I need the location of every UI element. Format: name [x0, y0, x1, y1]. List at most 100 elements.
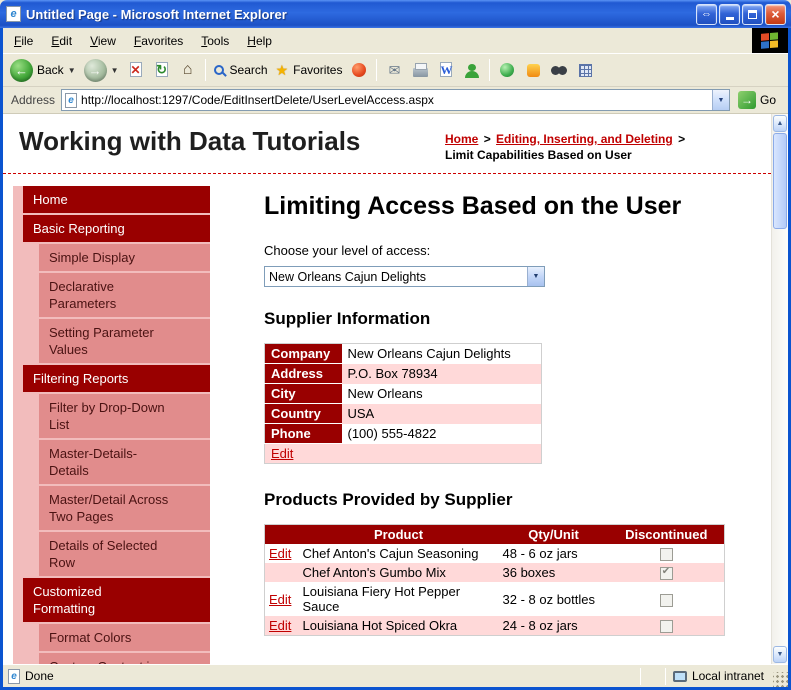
discontinued-checkbox[interactable]	[659, 548, 673, 562]
grid-icon	[578, 63, 592, 77]
sidebar-item-simple-display[interactable]: Simple Display	[39, 244, 210, 271]
forward-dropdown-arrow[interactable]: ▼	[111, 66, 119, 75]
favorites-star-icon: ★	[275, 61, 289, 78]
breadcrumb-link-home[interactable]: Home	[445, 132, 478, 146]
breadcrumb-current: Limit Capabilities Based on User	[445, 148, 632, 162]
address-url[interactable]: http://localhost:1297/Code/EditInsertDel…	[81, 93, 708, 107]
vertical-scrollbar[interactable]: ▲ ▼	[771, 114, 788, 664]
supplier-row: Company New Orleans Cajun Delights	[264, 343, 542, 364]
home-icon: ⌂	[182, 61, 193, 78]
maximize-icon	[748, 9, 757, 19]
menu-edit[interactable]: Edit	[42, 28, 81, 53]
breadcrumb: Home > Editing, Inserting, and Deleting …	[445, 126, 757, 163]
addon-orange-button[interactable]	[521, 57, 545, 83]
close-button[interactable]: ×	[765, 3, 786, 25]
sidebar-item-basic-reporting[interactable]: Basic Reporting	[23, 215, 210, 242]
restore-arrows-button[interactable]: ⇔	[696, 3, 717, 25]
product-qty: 48 - 6 oz jars	[498, 544, 609, 564]
back-label: Back	[37, 63, 64, 77]
refresh-button[interactable]: ↻	[150, 57, 174, 83]
edit-with-word-button[interactable]: W	[434, 57, 458, 83]
security-zone-label: Local intranet	[691, 669, 764, 683]
home-button[interactable]: ⌂	[176, 57, 200, 83]
supplier-field-value: P.O. Box 78934	[341, 363, 542, 384]
scrollbar-thumb[interactable]	[773, 133, 787, 229]
product-name: Chef Anton's Gumbo Mix	[298, 563, 499, 583]
menu-file[interactable]: File	[5, 28, 42, 53]
supplier-edit-link[interactable]: Edit	[271, 446, 293, 461]
sidebar-item-master-detail-across-two-pages[interactable]: Master/Detail Across Two Pages	[39, 486, 210, 530]
sidebar-item-details-of-selected-row[interactable]: Details of Selected Row	[39, 532, 210, 576]
access-level-select[interactable]: New Orleans Cajun Delights ▼	[264, 266, 545, 287]
site-title: Working with Data Tutorials	[19, 126, 361, 156]
product-row: Edit Chef Anton's Cajun Seasoning 48 - 6…	[264, 544, 725, 564]
ie-app-icon[interactable]: e	[6, 6, 21, 22]
sidebar-item-customized-formatting[interactable]: Customized Formatting	[23, 578, 210, 622]
windows-flag-icon	[760, 31, 780, 50]
resize-grip[interactable]	[773, 672, 788, 687]
scroll-up-button[interactable]: ▲	[773, 115, 787, 132]
address-dropdown-button[interactable]: ▼	[711, 90, 729, 110]
title-bar: e Untitled Page - Microsoft Internet Exp…	[0, 0, 791, 28]
breadcrumb-separator: >	[678, 132, 686, 146]
products-column-discontinued: Discontinued	[608, 524, 725, 544]
go-label: Go	[759, 93, 776, 107]
stop-icon: ✕	[130, 63, 141, 77]
sidebar-item-declarative-parameters[interactable]: Declarative Parameters	[39, 273, 210, 317]
media-button[interactable]	[347, 57, 371, 83]
messenger-icon	[465, 63, 480, 78]
addon-find-button[interactable]	[547, 57, 571, 83]
product-name: Louisiana Fiery Hot Pepper Sauce	[298, 582, 499, 617]
status-page-icon: e	[8, 668, 20, 684]
toolbar: ← Back ▼ → ▼ ✕ ↻ ⌂ Search ★ Favorites ✉ …	[3, 54, 788, 87]
back-button[interactable]: ← Back	[7, 57, 67, 84]
discontinued-checkbox[interactable]	[659, 593, 673, 607]
sidebar-item-format-colors[interactable]: Format Colors	[39, 624, 210, 651]
forward-icon: →	[83, 58, 107, 82]
addon-grid-button[interactable]	[573, 57, 597, 83]
products-column-product: Product	[298, 524, 499, 544]
sidebar-item-home[interactable]: Home	[23, 186, 210, 213]
product-edit-link[interactable]: Edit	[269, 592, 291, 607]
maximize-button[interactable]	[742, 3, 763, 25]
favorites-button[interactable]: ★ Favorites	[273, 60, 346, 81]
product-edit-link[interactable]: Edit	[269, 546, 291, 561]
menu-help[interactable]: Help	[238, 28, 281, 53]
search-button[interactable]: Search	[211, 61, 271, 79]
search-icon	[213, 65, 224, 75]
supplier-field-value: USA	[341, 403, 542, 424]
sidebar-item-custom-content[interactable]: Custom Content in a	[39, 653, 210, 664]
browser-window: e Untitled Page - Microsoft Internet Exp…	[0, 0, 791, 690]
forward-button[interactable]: →	[81, 57, 110, 84]
menu-tools[interactable]: Tools	[192, 28, 238, 53]
back-icon: ←	[10, 58, 33, 82]
print-button[interactable]	[408, 57, 432, 83]
address-input[interactable]: e http://localhost:1297/Code/EditInsertD…	[61, 89, 730, 111]
back-dropdown-arrow[interactable]: ▼	[68, 66, 76, 75]
menu-favorites[interactable]: Favorites	[125, 28, 192, 53]
products-table: Product Qty/Unit Discontinued Edit Chef …	[264, 524, 725, 637]
sidebar-item-filtering-reports[interactable]: Filtering Reports	[23, 365, 210, 392]
toolbar-separator	[204, 59, 206, 81]
stop-button[interactable]: ✕	[124, 57, 148, 83]
product-edit-link[interactable]: Edit	[269, 618, 291, 633]
product-row: Chef Anton's Gumbo Mix 36 boxes	[264, 563, 725, 583]
search-label: Search	[229, 63, 268, 77]
discontinued-checkbox[interactable]	[659, 620, 673, 634]
sidebar-item-filter-by-drop-down-list[interactable]: Filter by Drop-Down List	[39, 394, 210, 438]
sidebar-item-setting-parameter-values[interactable]: Setting Parameter Values	[39, 319, 210, 363]
scrollbar-track[interactable]	[773, 133, 787, 645]
product-row: Edit Louisiana Hot Spiced Okra 24 - 8 oz…	[264, 616, 725, 636]
sidebar-item-master-details-details[interactable]: Master-Details-Details	[39, 440, 210, 484]
page-content: Working with Data Tutorials Home > Editi…	[3, 114, 771, 664]
go-button[interactable]: → Go	[736, 91, 784, 109]
menu-view[interactable]: View	[81, 28, 125, 53]
messenger-button[interactable]	[460, 57, 484, 83]
scroll-down-button[interactable]: ▼	[773, 646, 787, 663]
mail-button[interactable]: ✉	[382, 57, 406, 83]
addon-globe-button[interactable]	[495, 57, 519, 83]
discontinued-checkbox[interactable]	[659, 566, 673, 581]
select-dropdown-icon[interactable]: ▼	[527, 267, 544, 286]
minimize-button[interactable]	[719, 3, 740, 25]
breadcrumb-link-editing-inserting-deleting[interactable]: Editing, Inserting, and Deleting	[496, 132, 673, 146]
